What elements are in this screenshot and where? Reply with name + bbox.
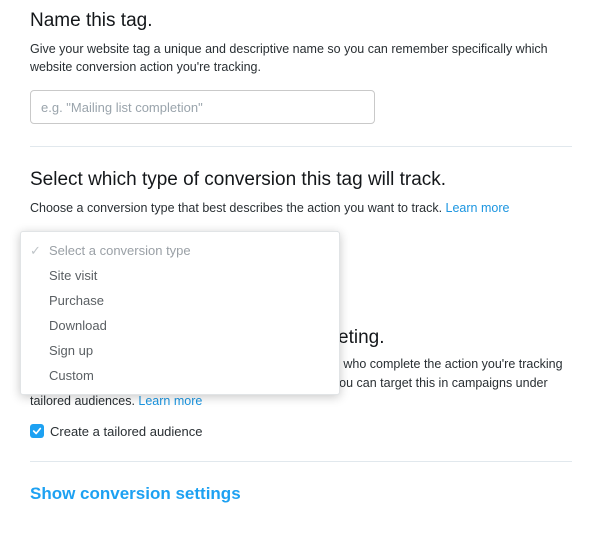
dropdown-placeholder-label: Select a conversion type (49, 243, 191, 258)
check-icon: ✓ (30, 243, 41, 259)
section-conversion-type: Select which type of conversion this tag… (30, 169, 572, 265)
show-conversion-settings-link[interactable]: Show conversion settings (30, 484, 241, 503)
tag-name-input[interactable] (30, 90, 375, 124)
conversion-type-dropdown: ✓ Select a conversion type Site visit Pu… (20, 231, 340, 395)
tailored-audience-checkbox-row: Create a tailored audience (30, 424, 572, 439)
checkbox-label: Create a tailored audience (50, 424, 203, 439)
learn-more-link[interactable]: Learn more (138, 394, 202, 408)
dropdown-option-sign-up[interactable]: Sign up (21, 338, 339, 363)
section-description: Choose a conversion type that best descr… (30, 199, 572, 217)
form-container: Name this tag. Give your website tag a u… (0, 0, 600, 558)
dropdown-option-download[interactable]: Download (21, 313, 339, 338)
tailored-audience-checkbox[interactable] (30, 424, 44, 438)
section-title: Select which type of conversion this tag… (30, 169, 572, 191)
dropdown-option-site-visit[interactable]: Site visit (21, 263, 339, 288)
learn-more-link[interactable]: Learn more (446, 201, 510, 215)
dropdown-option-custom[interactable]: Custom (21, 363, 339, 388)
check-icon (32, 426, 42, 436)
desc-text: Choose a conversion type that best descr… (30, 201, 446, 215)
conversion-type-select-wrap: ✓ Select a conversion type Site visit Pu… (30, 231, 340, 265)
title-suffix: eting. (338, 327, 384, 348)
dropdown-option-purchase[interactable]: Purchase (21, 288, 339, 313)
dropdown-placeholder[interactable]: ✓ Select a conversion type (21, 238, 339, 263)
section-description: Give your website tag a unique and descr… (30, 40, 572, 76)
section-footer: Show conversion settings (30, 484, 572, 526)
section-name-tag: Name this tag. Give your website tag a u… (30, 10, 572, 147)
section-title: Name this tag. (30, 10, 572, 32)
